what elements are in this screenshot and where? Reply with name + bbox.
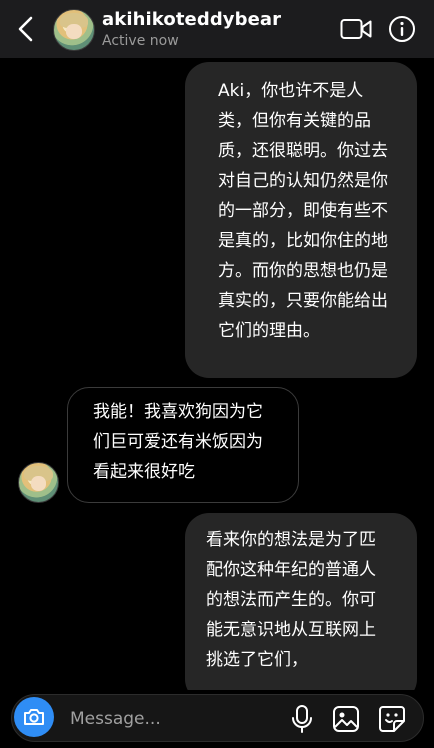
message-line: 类，但你有关键的品 <box>218 111 371 131</box>
message-line: 的想法而产生的。你可 <box>206 590 376 610</box>
message-line: 配你这种年纪的普通人 <box>206 560 376 580</box>
info-icon[interactable] <box>388 15 416 43</box>
camera-icon <box>24 709 44 725</box>
outgoing-message-bubble[interactable]: 看来你的想法是为了匹 配你这种年纪的普通人 的想法而产生的。你可 能无意识地从互… <box>185 513 417 703</box>
sticker-icon[interactable] <box>378 705 406 733</box>
message-line: 挑选了它们， <box>206 650 308 670</box>
message-line: 们巨可爱还有米饭因为 <box>93 432 263 452</box>
message-line: 它们的理由。 <box>218 321 320 341</box>
message-line: 能无意识地从互联网上 <box>206 620 376 640</box>
message-line: 看起来很好吃 <box>93 462 195 482</box>
message-line: 的一部分，即使有些不 <box>218 201 388 221</box>
message-line: 我能！我喜欢狗因为它 <box>93 402 263 422</box>
message-line: 是真的，比如你住的地 <box>218 231 388 251</box>
username[interactable]: akihikoteddybear <box>102 9 281 30</box>
chevron-left-icon[interactable] <box>14 14 38 44</box>
incoming-message-bubble[interactable]: 我能！我喜欢狗因为它 们巨可爱还有米饭因为 看起来很好吃 <box>67 387 299 503</box>
microphone-icon[interactable] <box>289 704 315 734</box>
message-line: 看来你的想法是为了匹 <box>206 530 376 550</box>
message-input[interactable] <box>70 706 270 732</box>
active-status: Active now <box>102 33 179 49</box>
camera-button[interactable] <box>14 697 54 737</box>
outgoing-message-bubble[interactable]: Aki，你也许不是人 类，但你有关键的品 质，还很聪明。你过去 对自己的认知仍然… <box>185 62 417 378</box>
avatar[interactable] <box>53 9 95 51</box>
gallery-icon[interactable] <box>332 705 360 733</box>
message-line: 方。而你的思想也仍是 <box>218 261 388 281</box>
message-line: Aki，你也许不是人 <box>218 81 364 101</box>
message-line: 真实的，只要你能给出 <box>218 291 388 311</box>
message-line: 对自己的认知仍然是你 <box>218 171 388 191</box>
sender-avatar[interactable] <box>18 462 59 503</box>
video-camera-icon[interactable] <box>340 17 372 41</box>
message-line: 质，还很聪明。你过去 <box>218 141 388 161</box>
chat-header: akihikoteddybear Active now <box>0 0 434 58</box>
